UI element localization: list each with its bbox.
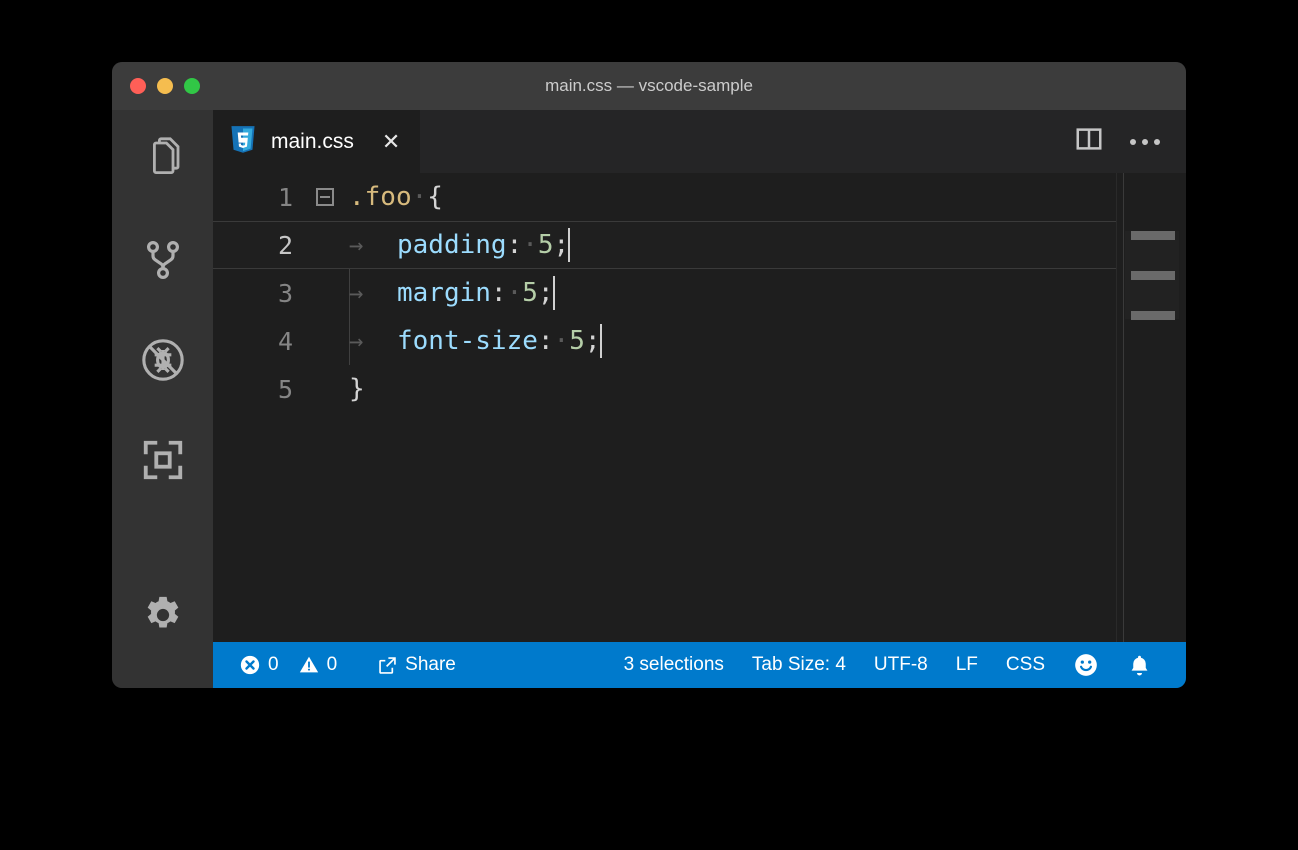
split-editor-icon[interactable] [1074, 124, 1104, 159]
minimize-window-button[interactable] [157, 78, 173, 94]
tab-main-css[interactable]: main.css ✕ [213, 110, 420, 173]
minimap-line [1131, 271, 1175, 280]
code-token: { [427, 182, 443, 212]
code-token: · [412, 182, 428, 212]
warning-count: 0 [327, 654, 338, 676]
smiley-icon [1073, 652, 1099, 678]
code-token: 5 [569, 326, 585, 356]
traffic-lights [112, 78, 200, 94]
minimap-line [1131, 311, 1175, 320]
maximize-window-button[interactable] [184, 78, 200, 94]
status-eol[interactable]: LF [942, 642, 992, 688]
minimap-guide [1123, 173, 1124, 642]
share-label: Share [405, 654, 456, 676]
tab-arrow-icon: → [349, 327, 397, 355]
error-count: 0 [268, 654, 279, 676]
sidebar-item-run-and-debug[interactable] [112, 310, 213, 410]
window-body: main.css ✕ [112, 110, 1186, 688]
more-actions-icon[interactable] [1130, 139, 1160, 145]
text-cursor [568, 228, 570, 262]
vscode-window: main.css — vscode-sample [112, 62, 1186, 688]
code-line[interactable]: 5} [213, 365, 1116, 413]
tab-arrow-icon: → [349, 279, 397, 307]
code-text[interactable]: } [345, 374, 1116, 404]
code-token: ; [585, 326, 601, 356]
extensions-icon [140, 437, 186, 483]
activity-bar [112, 110, 213, 688]
status-problems[interactable]: 0 0 [239, 642, 351, 688]
tab-bar-filler [420, 110, 1074, 173]
line-number: 1 [213, 183, 305, 212]
fold-gutter[interactable] [305, 188, 345, 206]
sidebar-item-explorer[interactable] [112, 110, 213, 210]
code-token: 5 [522, 278, 538, 308]
code-text[interactable]: →padding:·5; [345, 228, 1116, 262]
code-text[interactable]: →font-size:·5; [345, 324, 1116, 358]
external-link-icon [377, 655, 398, 676]
code-token: · [507, 278, 523, 308]
line-number: 5 [213, 375, 305, 404]
line-number: 2 [213, 231, 305, 260]
status-bar-left: 0 0 [213, 642, 470, 688]
tab-arrow-icon: → [349, 231, 397, 259]
code-token: · [554, 326, 570, 356]
status-bar: 0 0 [213, 642, 1186, 688]
files-icon [139, 136, 187, 184]
tab-bar: main.css ✕ [213, 110, 1186, 173]
code-token: margin [397, 278, 491, 308]
editor-actions [1074, 110, 1186, 173]
sidebar-item-manage[interactable] [112, 566, 213, 666]
editor-group: main.css ✕ [213, 110, 1186, 688]
warning-icon [298, 654, 320, 676]
status-bar-right: 3 selections Tab Size: 4 UTF-8 LF CSS [610, 642, 1186, 688]
status-share[interactable]: Share [371, 642, 470, 688]
error-icon [239, 654, 261, 676]
line-number: 3 [213, 279, 305, 308]
code-token: · [522, 230, 538, 260]
code-token: 5 [538, 230, 554, 260]
title-bar: main.css — vscode-sample [112, 62, 1186, 110]
status-encoding[interactable]: UTF-8 [860, 642, 942, 688]
status-tab-size[interactable]: Tab Size: 4 [738, 642, 860, 688]
code-token: : [507, 230, 523, 260]
code-line[interactable]: 2 →padding:·5; [213, 221, 1116, 269]
code-token: ; [538, 278, 554, 308]
line-number: 4 [213, 327, 305, 356]
css3-file-icon [229, 125, 257, 160]
code-token: font-size [397, 326, 538, 356]
code-token: .foo [349, 182, 412, 212]
source-control-icon [139, 236, 187, 284]
fold-collapse-icon[interactable] [316, 188, 334, 206]
gear-icon [140, 593, 186, 639]
close-window-button[interactable] [130, 78, 146, 94]
minimap[interactable] [1116, 173, 1186, 642]
debug-alt-icon [138, 335, 188, 385]
minimap-line [1131, 231, 1175, 240]
sidebar-item-extensions[interactable] [112, 410, 213, 510]
sidebar-item-source-control[interactable] [112, 210, 213, 310]
status-language[interactable]: CSS [992, 642, 1059, 688]
text-cursor [553, 276, 555, 310]
code-token: } [349, 374, 365, 404]
code-line[interactable]: 1 .foo·{ [213, 173, 1116, 221]
bell-icon [1127, 653, 1152, 678]
code-line[interactable]: 4 →font-size:·5; [213, 317, 1116, 365]
status-feedback[interactable] [1059, 642, 1113, 688]
window-title: main.css — vscode-sample [112, 76, 1186, 96]
status-selections[interactable]: 3 selections [610, 642, 738, 688]
status-notifications[interactable] [1113, 642, 1166, 688]
code-text[interactable]: →margin:·5; [345, 276, 1116, 310]
code-token: : [491, 278, 507, 308]
code-token: padding [397, 230, 507, 260]
code-line[interactable]: 3 →margin:·5; [213, 269, 1116, 317]
text-cursor [600, 324, 602, 358]
code-editor[interactable]: 1.foo·{2→padding:·5;3→margin:·5;4→font-s… [213, 173, 1186, 642]
code-lines[interactable]: 1.foo·{2→padding:·5;3→margin:·5;4→font-s… [213, 173, 1116, 642]
code-token: ; [554, 230, 570, 260]
tab-label: main.css [271, 130, 354, 154]
close-icon[interactable]: ✕ [382, 131, 400, 153]
code-token: : [538, 326, 554, 356]
code-text[interactable]: .foo·{ [345, 182, 1116, 212]
